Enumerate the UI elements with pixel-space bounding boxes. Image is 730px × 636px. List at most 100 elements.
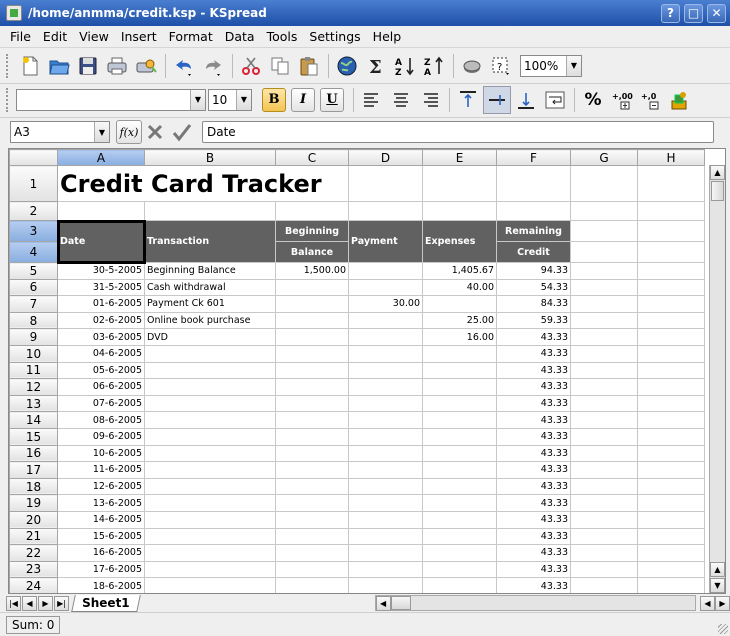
cell-expenses[interactable] — [422, 427, 497, 446]
cell-transaction[interactable]: Online book purchase — [144, 311, 276, 330]
cell-payment[interactable] — [348, 544, 423, 562]
scroll-left-icon[interactable]: ◀ — [375, 595, 391, 611]
cell[interactable] — [496, 201, 571, 221]
cell-payment[interactable] — [348, 411, 423, 429]
cell-beginning-balance[interactable] — [275, 328, 349, 346]
cell-reference-box[interactable]: A3 ▼ — [10, 121, 110, 143]
cell-payment[interactable] — [348, 344, 423, 363]
cell-date[interactable]: 17-6-2005 — [57, 560, 145, 579]
cell-beginning-balance[interactable] — [275, 427, 349, 446]
font-family-select[interactable]: ▼ — [16, 88, 206, 111]
cell-expenses[interactable] — [422, 378, 497, 396]
cell-payment[interactable] — [348, 527, 423, 546]
save-icon[interactable] — [74, 52, 102, 80]
cell-transaction[interactable]: Payment Ck 601 — [144, 295, 276, 313]
cell-date[interactable]: 04-6-2005 — [57, 344, 145, 363]
header-credit[interactable]: Credit — [496, 241, 571, 263]
cell-beginning-balance[interactable] — [275, 461, 349, 479]
cell[interactable] — [637, 165, 705, 202]
cell[interactable] — [570, 527, 638, 546]
cell-transaction[interactable] — [144, 427, 276, 446]
chevron-down-icon[interactable]: ▼ — [94, 122, 109, 142]
font-size-select[interactable]: 10 ▼ — [208, 88, 252, 111]
menu-settings[interactable]: Settings — [303, 29, 366, 44]
copy-icon[interactable] — [266, 52, 294, 80]
cell-expenses[interactable] — [422, 560, 497, 579]
row-header-selected[interactable]: 4 — [9, 241, 58, 263]
cell[interactable] — [570, 411, 638, 429]
column-header-h[interactable]: H — [637, 149, 705, 166]
cell-transaction[interactable] — [144, 394, 276, 413]
cell[interactable] — [570, 311, 638, 330]
cell-date[interactable]: 30-5-2005 — [57, 262, 145, 280]
menu-format[interactable]: Format — [163, 29, 219, 44]
cell-transaction[interactable]: DVD — [144, 328, 276, 346]
cell[interactable] — [637, 577, 705, 593]
cell[interactable] — [637, 494, 705, 512]
column-header-a[interactable]: A — [57, 149, 145, 166]
menu-data[interactable]: Data — [219, 29, 261, 44]
cell-beginning-balance[interactable] — [275, 444, 349, 463]
cell-transaction[interactable] — [144, 527, 276, 546]
cell-beginning-balance[interactable] — [275, 494, 349, 512]
cell[interactable] — [570, 560, 638, 579]
cell-remaining-credit[interactable]: 43.33 — [496, 544, 571, 562]
kspread-app-icon[interactable] — [6, 5, 22, 21]
cell-transaction[interactable] — [144, 461, 276, 479]
scroll-left-icon[interactable]: ◀ — [700, 595, 715, 611]
column-header-b[interactable]: B — [144, 149, 276, 166]
cell-payment[interactable] — [348, 577, 423, 593]
cell-date[interactable]: 10-6-2005 — [57, 444, 145, 463]
cell-remaining-credit[interactable]: 43.33 — [496, 577, 571, 593]
cell[interactable] — [637, 241, 705, 263]
cell[interactable] — [637, 560, 705, 579]
row-header[interactable]: 6 — [9, 278, 58, 297]
row-header[interactable]: 22 — [9, 544, 58, 562]
menu-edit[interactable]: Edit — [37, 29, 73, 44]
cell-payment[interactable] — [348, 494, 423, 512]
cell[interactable] — [570, 262, 638, 280]
cell-date[interactable]: 18-6-2005 — [57, 577, 145, 593]
cell-remaining-credit[interactable]: 43.33 — [496, 427, 571, 446]
cell[interactable] — [570, 461, 638, 479]
cell-beginning-balance[interactable]: 1,500.00 — [275, 262, 349, 280]
row-header[interactable]: 7 — [9, 295, 58, 313]
cell-date[interactable]: 08-6-2005 — [57, 411, 145, 429]
cell-transaction[interactable] — [144, 411, 276, 429]
cell-payment[interactable] — [348, 560, 423, 579]
cell-payment[interactable] — [348, 311, 423, 330]
cell[interactable] — [637, 378, 705, 396]
cell-date[interactable]: 13-6-2005 — [57, 494, 145, 512]
cell-beginning-balance[interactable] — [275, 544, 349, 562]
cell-payment[interactable]: 30.00 — [348, 295, 423, 313]
cell-remaining-credit[interactable]: 43.33 — [496, 444, 571, 463]
cell[interactable] — [570, 344, 638, 363]
cell-expenses[interactable] — [422, 510, 497, 529]
cell-remaining-credit[interactable]: 43.33 — [496, 494, 571, 512]
cell-payment[interactable] — [348, 427, 423, 446]
cut-icon[interactable] — [237, 52, 265, 80]
vertical-scroll-thumb[interactable] — [711, 181, 724, 201]
cell-remaining-credit[interactable]: 43.33 — [496, 394, 571, 413]
cell[interactable] — [637, 220, 705, 242]
chevron-down-icon[interactable]: ▼ — [566, 55, 581, 76]
row-header[interactable]: 1 — [9, 165, 58, 202]
cell-expenses[interactable] — [422, 577, 497, 593]
scroll-down-icon[interactable]: ▲ — [710, 562, 725, 577]
cell[interactable] — [348, 201, 423, 221]
print-preview-icon[interactable] — [132, 52, 160, 80]
cell-date[interactable]: 02-6-2005 — [57, 311, 145, 330]
scroll-up-icon[interactable]: ▲ — [710, 165, 725, 180]
header-transaction[interactable]: Transaction — [144, 220, 276, 263]
cell-payment[interactable] — [348, 262, 423, 280]
formula-input[interactable]: Date — [202, 121, 714, 143]
cell-beginning-balance[interactable] — [275, 560, 349, 579]
cell-expenses[interactable] — [422, 444, 497, 463]
cell[interactable] — [570, 378, 638, 396]
cell-remaining-credit[interactable]: 59.33 — [496, 311, 571, 330]
cell-date[interactable]: 01-6-2005 — [57, 295, 145, 313]
cell-payment[interactable] — [348, 378, 423, 396]
cell[interactable] — [637, 461, 705, 479]
insert-chart-icon[interactable] — [458, 52, 486, 80]
sheet-tab-sheet1[interactable]: Sheet1 — [71, 594, 141, 612]
